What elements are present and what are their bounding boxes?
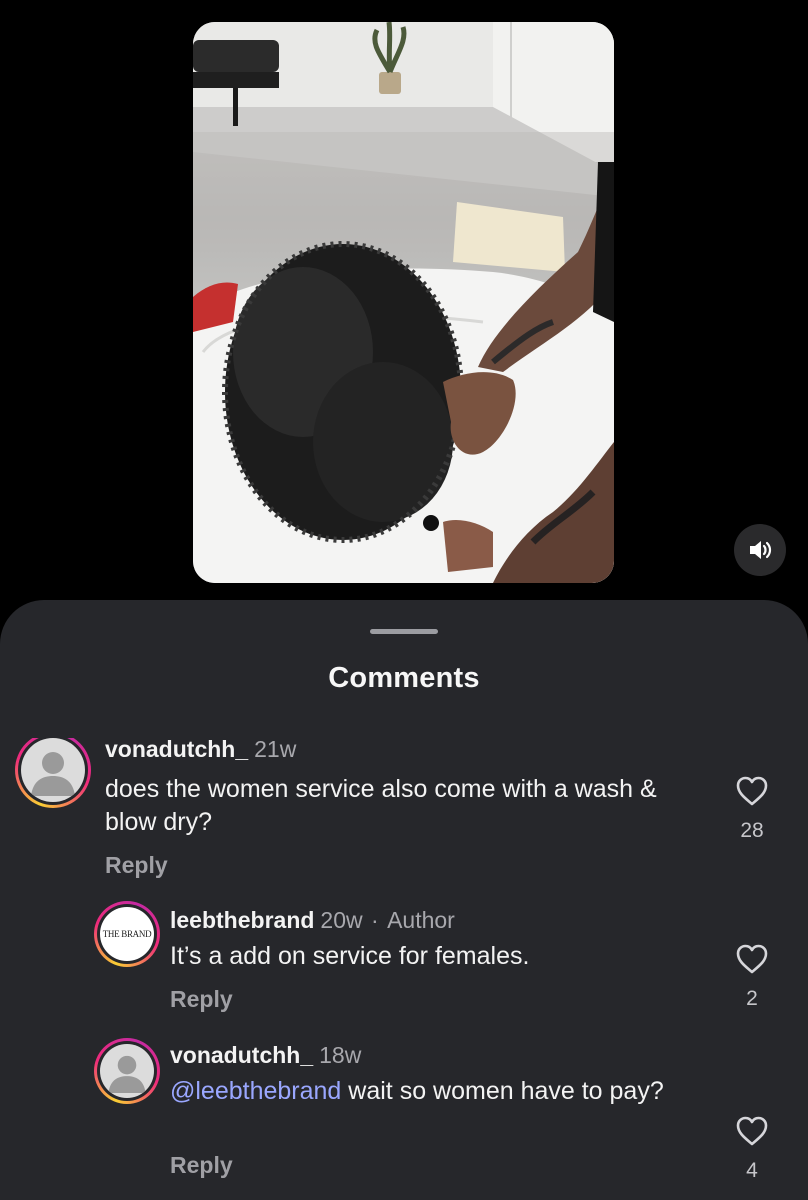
- video-area: [0, 0, 808, 600]
- like-group: 4: [727, 1115, 777, 1183]
- comment-text-body: wait so women have to pay?: [341, 1077, 664, 1105]
- heart-icon[interactable]: [735, 943, 769, 975]
- comment-username[interactable]: leebthebrand: [170, 907, 314, 933]
- comment-text: does the women service also come with a …: [105, 775, 657, 836]
- like-group: 2: [727, 943, 777, 1011]
- meta-separator: ·: [371, 907, 379, 933]
- comment-meta: vonadutchh_ 21w: [105, 738, 296, 763]
- speaker-wave-icon: [750, 541, 772, 559]
- reply-button[interactable]: Reply: [170, 986, 233, 1013]
- comments-title: Comments: [328, 662, 480, 694]
- brand-logo-avatar: THE BRAND: [100, 907, 154, 961]
- comment-text: @leebthebrand wait so women have to pay?: [170, 1075, 690, 1108]
- comment-timestamp: 21w: [254, 738, 297, 762]
- heart-icon[interactable]: [735, 1115, 769, 1147]
- drag-handle[interactable]: [370, 629, 438, 634]
- like-count: 4: [746, 1159, 758, 1182]
- comment-username[interactable]: vonadutchh_: [105, 738, 248, 762]
- video-player[interactable]: [193, 22, 614, 583]
- avatar[interactable]: [15, 738, 91, 808]
- reply-button[interactable]: Reply: [105, 852, 168, 879]
- like-count: 2: [746, 987, 758, 1010]
- video-frame-image: [193, 22, 614, 583]
- author-badge: Author: [387, 907, 455, 933]
- like-count: 28: [740, 819, 764, 842]
- comment-username[interactable]: vonadutchh_: [170, 1042, 313, 1068]
- heart-icon[interactable]: [735, 775, 769, 807]
- avatar[interactable]: [94, 1038, 160, 1104]
- comment-text: It’s a add on service for females.: [170, 942, 530, 970]
- comments-list[interactable]: vonadutchh_ 21w does the women service al…: [0, 738, 808, 1200]
- sound-toggle-button[interactable]: [734, 524, 786, 576]
- comments-sheet: Comments vonadutchh_ 21w does the women s…: [0, 600, 808, 1200]
- avatar[interactable]: THE BRAND: [94, 901, 160, 967]
- default-avatar-icon: [21, 738, 85, 802]
- reply-button[interactable]: Reply: [170, 1152, 233, 1179]
- comment-meta: leebthebrand 20w · Author: [170, 907, 455, 934]
- like-group: 28: [727, 775, 777, 843]
- comment-meta: vonadutchh_ 18w: [170, 1042, 361, 1069]
- brand-logo-text: THE BRAND: [102, 929, 152, 939]
- default-avatar-icon: [100, 1044, 154, 1098]
- mention-link[interactable]: @leebthebrand: [170, 1077, 341, 1105]
- comment-timestamp: 18w: [319, 1042, 362, 1068]
- comment-timestamp: 20w: [320, 907, 363, 933]
